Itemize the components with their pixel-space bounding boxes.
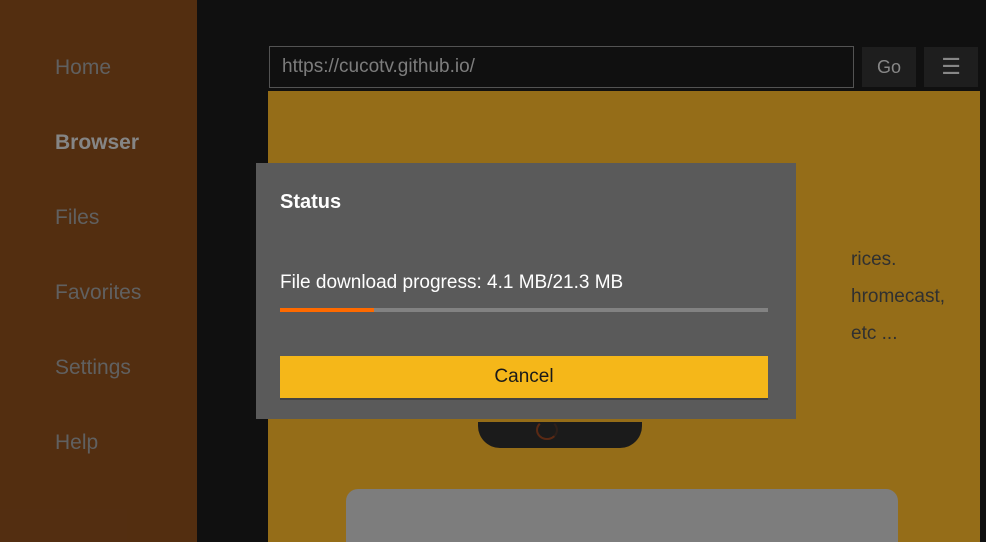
progress-bar bbox=[280, 308, 768, 312]
status-dialog: Status File download progress: 4.1 MB/21… bbox=[256, 163, 796, 419]
progress-fill bbox=[280, 308, 374, 312]
cancel-button[interactable]: Cancel bbox=[280, 356, 768, 398]
sidebar-dim-overlay bbox=[0, 0, 197, 542]
download-progress-text: File download progress: 4.1 MB/21.3 MB bbox=[280, 272, 772, 294]
dialog-title: Status bbox=[280, 191, 772, 214]
